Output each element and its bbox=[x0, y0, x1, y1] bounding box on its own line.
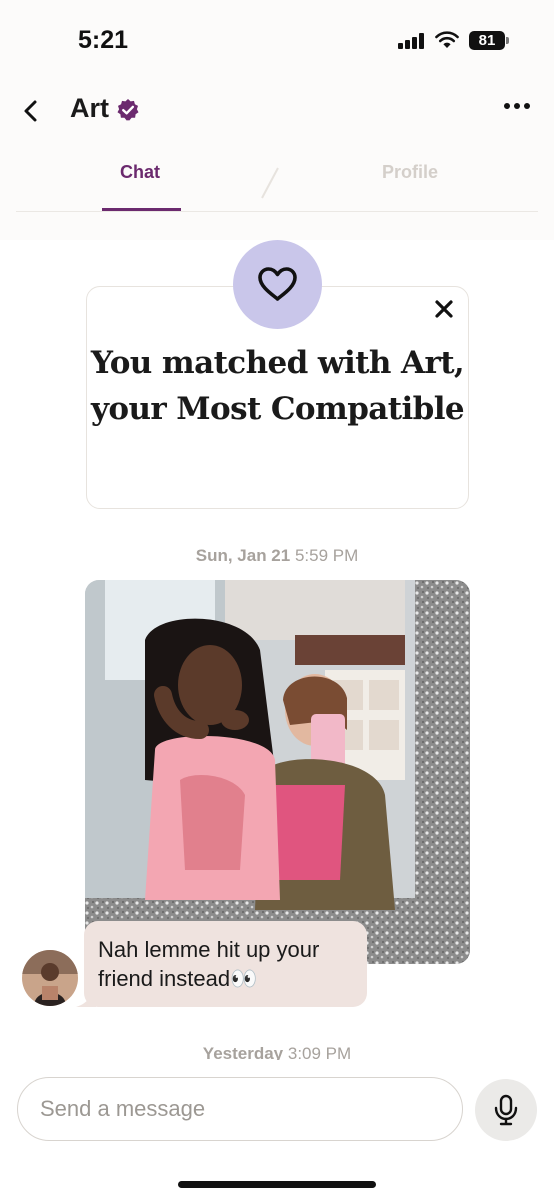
tab-profile[interactable]: Profile bbox=[382, 162, 438, 183]
avatar-image bbox=[22, 950, 78, 1006]
battery-icon: 81 bbox=[469, 31, 505, 50]
match-headline: You matched with Art, your Most Compatib… bbox=[90, 345, 465, 427]
message-bubble: Nah lemme hit up your friend instead👀 bbox=[84, 921, 367, 1007]
home-indicator bbox=[178, 1181, 376, 1188]
battery-nub bbox=[506, 37, 509, 44]
cellular-signal-icon bbox=[398, 33, 424, 49]
photo-message[interactable] bbox=[85, 580, 470, 964]
close-match-card-button[interactable] bbox=[434, 299, 454, 319]
top-area: 5:21 81 Art Chat Profile bbox=[0, 0, 554, 240]
photo-image bbox=[85, 580, 470, 964]
status-time: 5:21 bbox=[78, 26, 129, 54]
active-tab-indicator bbox=[102, 208, 181, 211]
tab-chat[interactable]: Chat bbox=[120, 162, 160, 183]
verified-badge-icon bbox=[117, 99, 139, 121]
microphone-icon bbox=[494, 1094, 518, 1126]
sender-avatar[interactable] bbox=[22, 950, 78, 1006]
chat-header: Art bbox=[0, 84, 554, 140]
heart-icon bbox=[258, 267, 297, 301]
tab-bar: Chat Profile bbox=[16, 152, 538, 212]
status-bar: 5:21 81 bbox=[0, 0, 554, 84]
match-name-title[interactable]: Art bbox=[70, 93, 109, 124]
tab-divider bbox=[261, 167, 279, 199]
message-input[interactable] bbox=[40, 1090, 440, 1128]
date-time: 5:59 PM bbox=[294, 546, 359, 565]
wifi-icon bbox=[435, 31, 459, 48]
date-day: Sun, Jan 21 bbox=[195, 546, 291, 565]
message-composer bbox=[17, 1077, 463, 1141]
voice-message-button[interactable] bbox=[475, 1079, 537, 1141]
date-stamp: Sun, Jan 21 5:59 PM bbox=[0, 546, 554, 566]
composer-backdrop bbox=[0, 1060, 554, 1076]
back-button[interactable] bbox=[18, 96, 46, 126]
heart-badge bbox=[233, 240, 322, 329]
more-options-button[interactable] bbox=[500, 100, 534, 112]
